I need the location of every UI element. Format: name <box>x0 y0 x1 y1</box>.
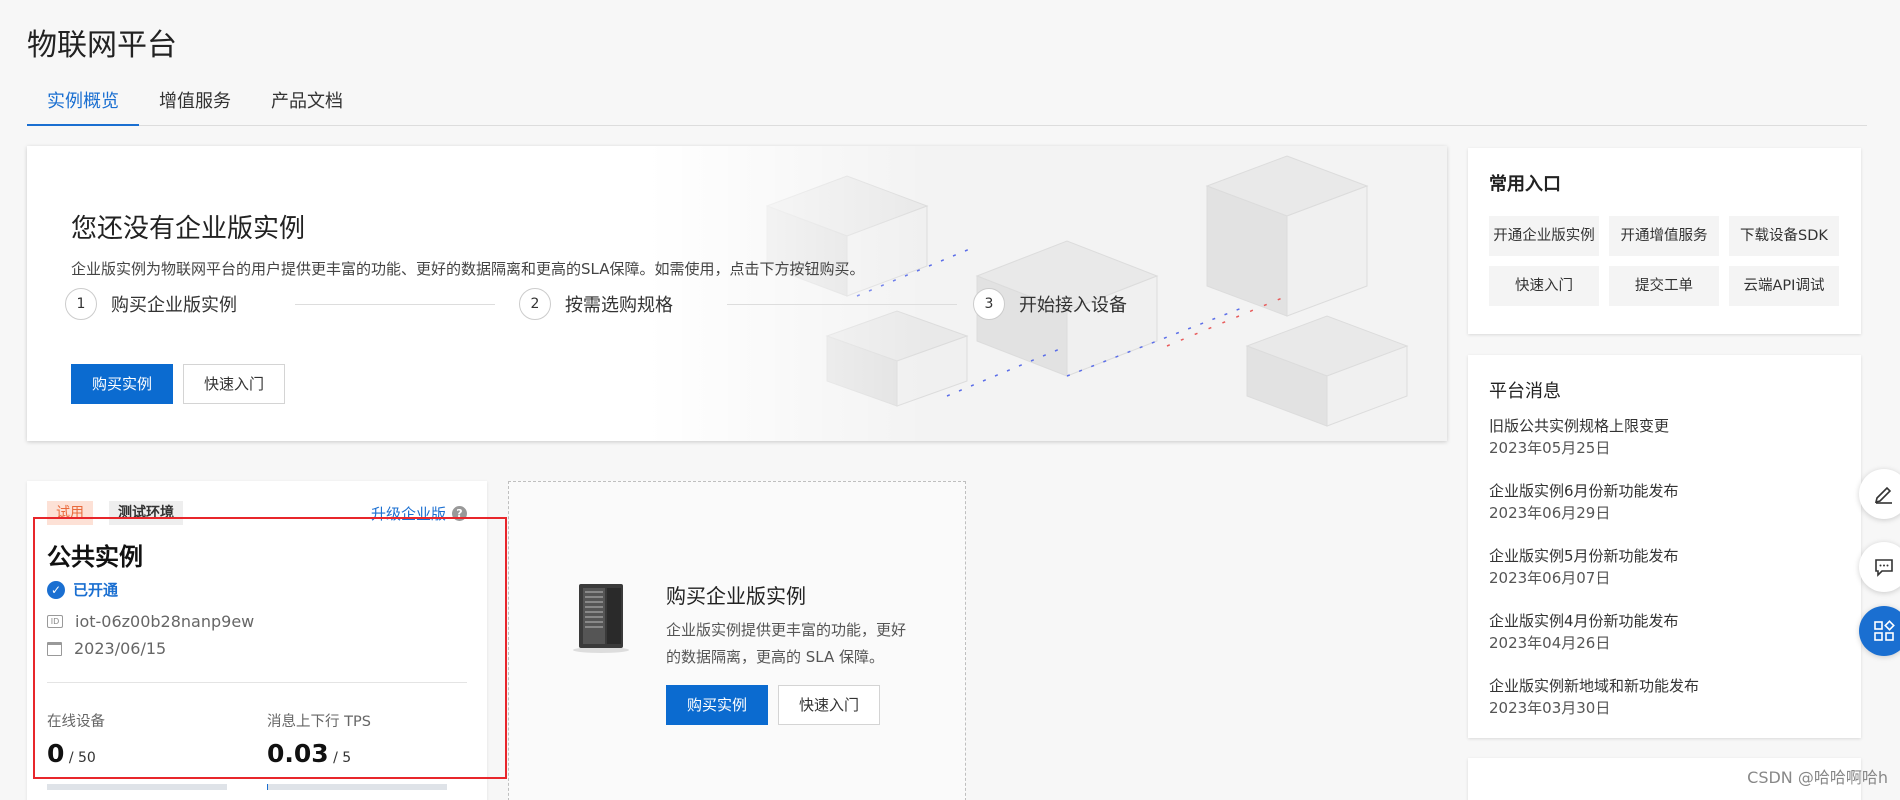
buy-card-description: 企业版实例提供更丰富的功能，更好的数据隔离，更高的 SLA 保障。 <box>666 621 907 666</box>
message-tps-progress <box>267 784 447 790</box>
page-title: 物联网平台 <box>27 28 177 63</box>
tab-product-docs[interactable]: 产品文档 <box>251 86 363 126</box>
news-item[interactable]: 企业版实例新地域和新功能发布 2023年03月30日 <box>1489 675 1699 740</box>
quick-access-card: 常用入口 开通企业版实例 开通增值服务 下载设备SDK 快速入门 提交工单 云端… <box>1468 148 1861 334</box>
upgrade-enterprise-link[interactable]: 升级企业版 ? <box>371 503 467 524</box>
platform-news-card: 平台消息 旧版公共实例规格上限变更 2023年05月25日 企业版实例6月份新功… <box>1468 355 1861 738</box>
news-item[interactable]: 企业版实例5月份新功能发布 2023年06月07日 <box>1489 545 1699 610</box>
public-instance-card[interactable]: 试用 测试环境 升级企业版 ? 公共实例 ✓ 已开通 ID iot-06z00b… <box>27 481 487 800</box>
test-env-badge: 测试环境 <box>109 501 183 525</box>
tab-value-added-services[interactable]: 增值服务 <box>139 86 251 126</box>
tab-bar: 实例概览 增值服务 产品文档 <box>27 86 1867 126</box>
tab-instance-overview[interactable]: 实例概览 <box>27 86 139 126</box>
quick-open-value-added[interactable]: 开通增值服务 <box>1609 216 1719 256</box>
step-1: 1 购买企业版实例 <box>65 288 237 320</box>
stat-limit: / 5 <box>328 750 352 766</box>
instance-status: ✓ 已开通 <box>47 579 118 600</box>
quick-start-button[interactable]: 快速入门 <box>778 685 881 725</box>
news-title: 旧版公共实例规格上限变更 <box>1489 417 1670 435</box>
chat-icon <box>1875 559 1893 577</box>
hero-banner: 您还没有企业版实例 企业版实例为物联网平台的用户提供更丰富的功能、更好的数据隔离… <box>27 146 1447 441</box>
message-tps-stat: 消息上下行 TPS 0.03 / 5 <box>267 710 371 768</box>
instance-title: 公共实例 <box>47 543 143 571</box>
quick-access-grid: 开通企业版实例 开通增值服务 下载设备SDK 快速入门 提交工单 云端API调试 <box>1489 216 1839 306</box>
buy-card-title: 购买企业版实例 <box>666 584 806 608</box>
step-3: 3 开始接入设备 <box>973 288 1127 320</box>
quick-submit-ticket[interactable]: 提交工单 <box>1609 266 1719 306</box>
edit-icon <box>1874 486 1892 504</box>
watermark: CSDN @哈哈啊哈h <box>1747 768 1888 787</box>
online-devices-progress <box>47 784 227 790</box>
stat-value: 0.03 / 5 <box>267 739 371 768</box>
check-circle-icon: ✓ <box>47 580 65 599</box>
step-2: 2 按需选购规格 <box>519 288 673 320</box>
buy-instance-button[interactable]: 购买实例 <box>71 364 174 404</box>
stat-number: 0.03 <box>267 739 329 768</box>
step-label: 按需选购规格 <box>565 295 673 316</box>
instance-date: 2023/06/15 <box>74 639 167 658</box>
quick-start-link[interactable]: 快速入门 <box>1489 266 1599 306</box>
instance-id: iot-06z00b28nanp9ew <box>75 612 255 631</box>
news-title: 企业版实例新地域和新功能发布 <box>1489 677 1700 695</box>
step-label: 购买企业版实例 <box>111 295 237 316</box>
feedback-edit-button[interactable] <box>1859 469 1900 519</box>
server-icon <box>573 584 629 653</box>
trial-badge: 试用 <box>47 501 93 525</box>
news-date: 2023年05月25日 <box>1489 439 1611 457</box>
chat-button[interactable] <box>1859 542 1900 592</box>
apps-button[interactable] <box>1859 606 1900 656</box>
stat-value: 0 / 50 <box>47 739 105 768</box>
step-connector <box>727 304 957 305</box>
upgrade-label: 升级企业版 <box>370 505 446 523</box>
instance-date-row: 2023/06/15 <box>47 639 166 658</box>
step-number: 2 <box>519 288 551 320</box>
news-date: 2023年06月07日 <box>1489 569 1611 587</box>
divider <box>47 682 467 683</box>
instance-id-row: ID iot-06z00b28nanp9ew <box>47 612 254 631</box>
news-item[interactable]: 企业版实例6月份新功能发布 2023年06月29日 <box>1489 480 1699 545</box>
calendar-icon <box>47 641 62 656</box>
quick-api-debug[interactable]: 云端API调试 <box>1729 266 1839 306</box>
id-card-icon: ID <box>47 615 63 628</box>
step-number: 3 <box>973 288 1005 320</box>
platform-news-title: 平台消息 <box>1489 381 1561 402</box>
quick-access-title: 常用入口 <box>1489 174 1561 195</box>
progress-fill <box>267 784 269 790</box>
news-date: 2023年04月26日 <box>1489 634 1611 652</box>
stat-limit: / 50 <box>64 750 96 766</box>
news-list: 旧版公共实例规格上限变更 2023年05月25日 企业版实例6月份新功能发布 2… <box>1489 415 1699 740</box>
news-item[interactable]: 旧版公共实例规格上限变更 2023年05月25日 <box>1489 415 1699 480</box>
step-connector <box>295 304 495 305</box>
step-number: 1 <box>65 288 97 320</box>
stat-label: 在线设备 <box>47 714 105 730</box>
quick-start-button[interactable]: 快速入门 <box>183 364 286 404</box>
quick-download-sdk[interactable]: 下载设备SDK <box>1729 216 1839 256</box>
hero-title: 您还没有企业版实例 <box>71 214 306 244</box>
news-title: 企业版实例4月份新功能发布 <box>1489 612 1679 630</box>
status-label: 已开通 <box>73 581 119 599</box>
help-icon[interactable]: ? <box>452 506 467 521</box>
news-date: 2023年06月29日 <box>1489 504 1611 522</box>
buy-enterprise-card: 购买企业版实例 企业版实例提供更丰富的功能，更好的数据隔离，更高的 SLA 保障… <box>508 481 966 800</box>
news-item[interactable]: 企业版实例4月份新功能发布 2023年04月26日 <box>1489 610 1699 675</box>
hero-description: 企业版实例为物联网平台的用户提供更丰富的功能、更好的数据隔离和更高的SLA保障。… <box>71 260 865 278</box>
buy-card-actions: 购买实例 快速入门 <box>666 685 881 725</box>
stat-label: 消息上下行 TPS <box>267 714 371 730</box>
hero-actions: 购买实例 快速入门 <box>71 364 286 404</box>
onboarding-steps: 1 购买企业版实例 2 按需选购规格 3 开始接入设备 <box>65 288 1165 328</box>
news-title: 企业版实例5月份新功能发布 <box>1489 547 1679 565</box>
news-title: 企业版实例6月份新功能发布 <box>1489 482 1679 500</box>
quick-open-enterprise[interactable]: 开通企业版实例 <box>1489 216 1599 256</box>
stat-number: 0 <box>47 739 65 768</box>
news-date: 2023年03月30日 <box>1489 699 1611 717</box>
step-label: 开始接入设备 <box>1019 295 1127 316</box>
apps-icon <box>1874 620 1895 641</box>
buy-instance-button[interactable]: 购买实例 <box>666 685 769 725</box>
online-devices-stat: 在线设备 0 / 50 <box>47 710 105 768</box>
